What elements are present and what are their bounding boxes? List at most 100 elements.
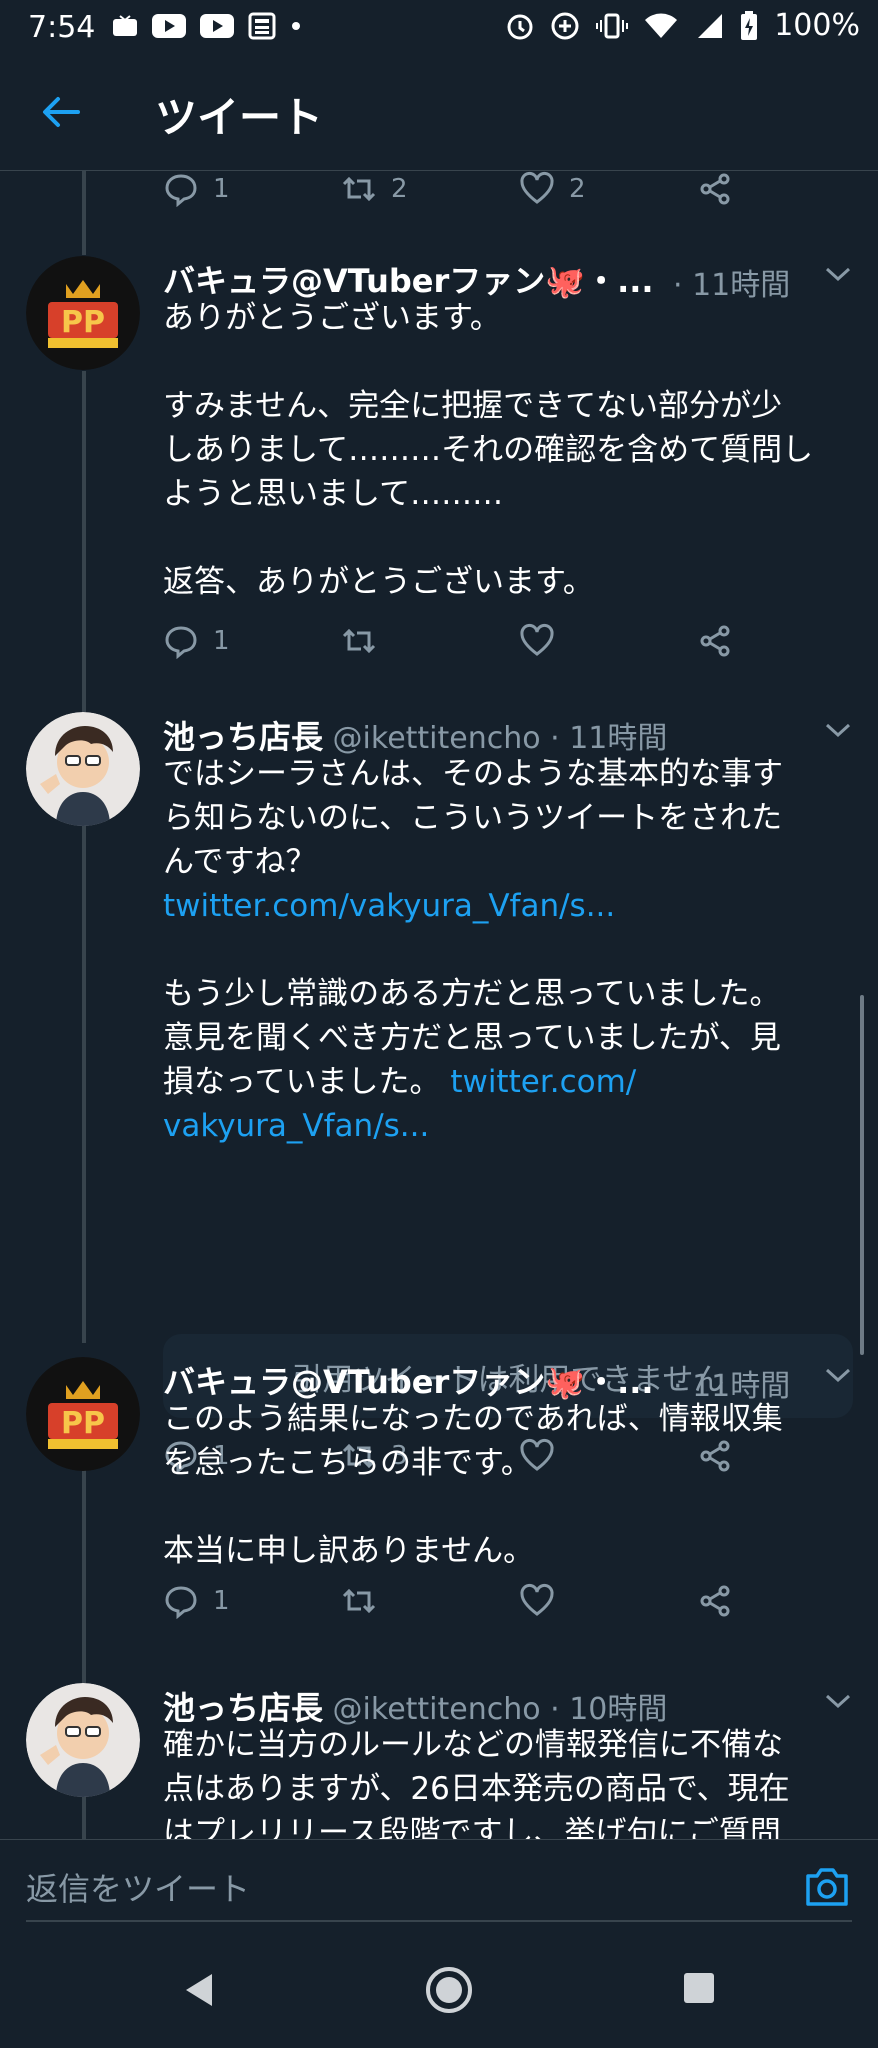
tweet-actions: 1 2 2 [163, 171, 763, 215]
share-icon [700, 1585, 730, 1617]
scrollbar[interactable] [860, 995, 864, 1355]
status-right-icons: 100% [506, 8, 860, 43]
status-left-icons [112, 12, 302, 40]
text-line: もう少し常識のある方だと思っていました。 [163, 976, 781, 1012]
text-line: このよう結果になったのであれば、情報収集 [163, 1401, 783, 1437]
android-nav-bar [0, 1935, 878, 2048]
tweet-actions: 1 [163, 623, 763, 667]
text-line: ら知らないのに、こういうツイートをされた [163, 800, 783, 836]
reply-icon [165, 1586, 197, 1619]
text-line: ありがとうございます。 [163, 300, 501, 336]
news-icon [248, 12, 276, 40]
reply-input[interactable]: 返信をツイート [26, 1864, 250, 1910]
youtube-icon [152, 14, 186, 38]
avatar-character [26, 712, 140, 826]
tweet-text: このよう結果になったのであれば、情報収集 を怠ったこちらの非です。 本当に申し訳… [163, 1397, 853, 1573]
reply-button[interactable]: 1 [163, 171, 230, 207]
like-count: 2 [569, 174, 586, 204]
share-button[interactable] [697, 1583, 733, 1619]
avatar[interactable] [26, 1683, 140, 1797]
reply-count: 1 [213, 174, 230, 204]
tweet-actions: 1 [163, 1583, 763, 1627]
dot-icon [292, 22, 300, 30]
text-line: んですね？ [163, 844, 317, 880]
reply-count: 1 [213, 626, 230, 656]
chevron-down-icon[interactable] [823, 264, 853, 284]
tweet-link[interactable]: twitter.com/vakyura_Vfan/s... [163, 888, 615, 924]
app-bar: ツイート [0, 56, 878, 171]
share-icon [700, 625, 730, 657]
thread-line [82, 833, 86, 1343]
like-button[interactable]: 2 [519, 171, 586, 207]
tweet-link[interactable]: vakyura_Vfan/s... [163, 1108, 429, 1144]
tweet-header: バキュラ@VTuberファン🐙・... · 11時間 [163, 1357, 853, 1404]
recents-square-icon[interactable] [682, 1971, 716, 2005]
reply-composer[interactable]: 返信をツイート [0, 1839, 878, 1935]
avatar-character [26, 1683, 140, 1797]
text-line: ようと思いまして……… [163, 476, 504, 512]
tv-icon [113, 15, 137, 36]
wifi-icon [645, 13, 678, 38]
text-line: 返答、ありがとうございます。 [163, 564, 594, 600]
tweet-text: ありがとうございます。 すみません、完全に把握できてない部分が少 しありまして…… [163, 296, 853, 604]
page-title: ツイート [155, 93, 324, 142]
svg-text:PP: PP [61, 305, 105, 340]
retweet-count: 2 [391, 174, 408, 204]
avatar-logo: PP [26, 256, 140, 370]
reply-button[interactable]: 1 [163, 623, 230, 659]
share-button[interactable] [697, 623, 733, 659]
thread-line [82, 171, 86, 255]
avatar[interactable] [26, 712, 140, 826]
reply-count: 1 [213, 1586, 230, 1616]
home-circle-icon[interactable] [424, 1965, 474, 2015]
data-saver-icon [551, 12, 579, 39]
svg-text:PP: PP [61, 1406, 105, 1441]
heart-icon [520, 171, 554, 204]
reply-input-underline [26, 1920, 852, 1922]
back-triangle-icon[interactable] [182, 1971, 216, 2009]
tweet-text: 確かに当方のルールなどの情報発信に不備な 点はありますが、26日本発売の商品で、… [163, 1723, 853, 1839]
signal-icon [698, 13, 723, 38]
retweet-button[interactable] [341, 623, 377, 659]
avatar[interactable]: PP [26, 256, 140, 370]
like-button[interactable] [519, 1583, 555, 1619]
retweet-button[interactable] [341, 1583, 377, 1619]
reply-button[interactable]: 1 [163, 1583, 230, 1619]
chevron-down-icon[interactable] [823, 1691, 853, 1711]
alarm-icon [507, 14, 533, 39]
status-time: 7:54 [28, 10, 96, 45]
heart-icon [520, 1583, 554, 1616]
text-line: はプレリリース段階ですし、挙げ句にご質問 [163, 1815, 781, 1839]
like-button[interactable] [519, 623, 555, 659]
text-line: 確かに当方のルールなどの情報発信に不備な [163, 1727, 783, 1763]
battery-icon [741, 10, 758, 40]
text-line: を怠ったこちらの非です。 [163, 1445, 532, 1481]
avatar[interactable]: PP [26, 1357, 140, 1471]
text-line: 点はありますが、26日本発売の商品で、現在 [163, 1771, 790, 1807]
text-line: 損なっていました。 [163, 1064, 441, 1100]
text-line: ではシーラさんは、そのような基本的な事す [163, 756, 783, 792]
status-bar: 7:54 100% [0, 0, 878, 56]
tweet-header: バキュラ@VTuberファン🐙・... · 11時間 [163, 256, 853, 303]
tweet-handle-time: @ikettitencho · 10時間 [323, 1692, 668, 1727]
tweet-link[interactable]: twitter.com/ [450, 1064, 636, 1100]
retweet-icon [342, 176, 376, 202]
retweet-icon [342, 1588, 376, 1614]
share-icon [700, 173, 730, 205]
chevron-down-icon[interactable] [823, 720, 853, 740]
text-line: 本当に申し訳ありません。 [163, 1533, 535, 1569]
share-button[interactable] [697, 171, 733, 207]
retweet-button[interactable]: 2 [341, 171, 408, 207]
text-line: しありまして………それの確認を含めて質問し [163, 432, 814, 468]
chevron-down-icon[interactable] [823, 1365, 853, 1385]
youtube-icon [200, 14, 234, 38]
tweet-header: 池っち店長 @ikettitencho · 10時間 [163, 1683, 853, 1727]
tweet-timeline[interactable]: 1 2 2 PP バキュラ@VTuberファン🐙・... · 11時間 ありがと… [0, 171, 878, 1839]
camera-icon[interactable] [802, 1862, 852, 1912]
vibrate-icon [596, 13, 629, 38]
reply-icon [165, 174, 197, 207]
arrow-left-icon[interactable] [38, 90, 82, 134]
tweet-text: ではシーラさんは、そのような基本的な事す ら知らないのに、こういうツイートをされ… [163, 752, 853, 1148]
avatar-logo: PP [26, 1357, 140, 1471]
retweet-icon [342, 628, 376, 654]
